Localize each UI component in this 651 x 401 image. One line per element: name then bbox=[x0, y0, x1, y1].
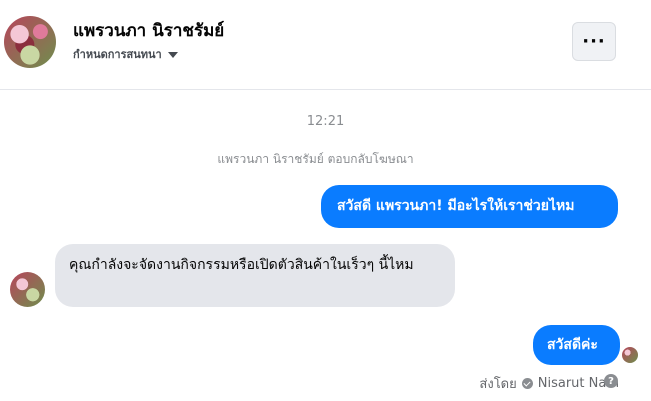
ad-reply-notice: แพรวนภา นิราชรัมย์ ตอบกลับโฆษณา bbox=[217, 152, 414, 166]
message-timestamp: 12:21 bbox=[306, 114, 345, 129]
sent-by-label: ส่งโดย bbox=[479, 377, 517, 392]
contact-name[interactable]: แพรวนภา นิราชรัมย์ bbox=[73, 17, 224, 44]
incoming-message[interactable]: คุณกำลังจะจัดงานกิจกรรมหรือเปิดตัวสินค้า… bbox=[55, 244, 455, 307]
sent-by-info: ส่งโดย Nisarut Nam bbox=[479, 373, 619, 394]
outgoing-message[interactable]: สวัสดีค่ะ bbox=[533, 325, 620, 365]
conversation-header: แพรวนภา นิราชรัมย์ กำหนดการสนทนา ··· bbox=[0, 0, 651, 90]
assign-conversation-label: กำหนดการสนทนา bbox=[73, 48, 162, 61]
verified-check-icon bbox=[521, 378, 533, 389]
caret-down-icon bbox=[167, 51, 178, 58]
seen-avatar-icon bbox=[622, 347, 638, 363]
help-icon[interactable]: ? bbox=[604, 374, 618, 388]
more-options-button[interactable]: ··· bbox=[572, 22, 616, 61]
assign-conversation-dropdown[interactable]: กำหนดการสนทนา bbox=[73, 45, 178, 63]
contact-avatar[interactable] bbox=[4, 16, 56, 68]
outgoing-message[interactable]: สวัสดี แพรวนภา! มีอะไรให้เราช่วยไหม bbox=[321, 185, 618, 228]
contact-avatar-small bbox=[10, 272, 45, 307]
